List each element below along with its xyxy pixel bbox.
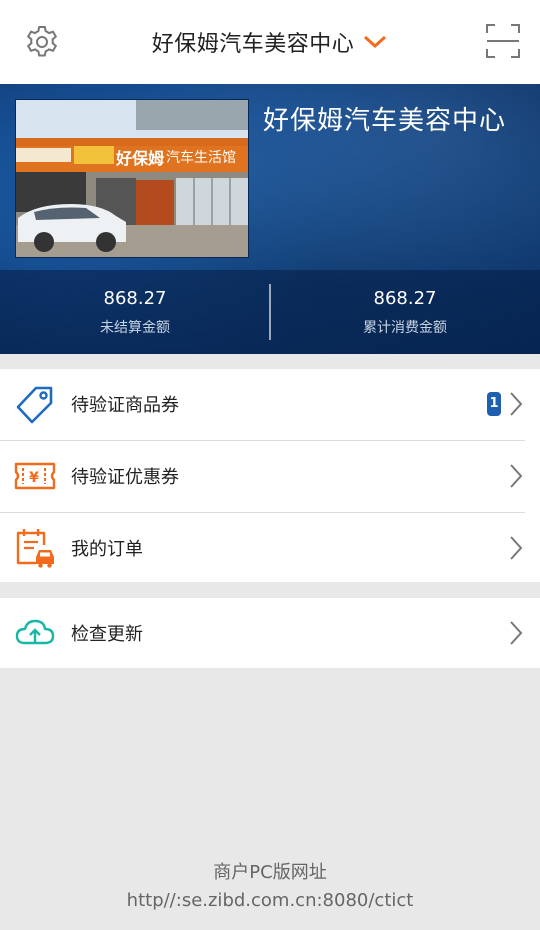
count-badge: 1 [487, 392, 501, 416]
menu-item-check-update[interactable]: 检查更新 [0, 598, 525, 668]
total-spent-amount-value: 868.27 [373, 288, 437, 309]
chevron-right-icon [510, 621, 523, 645]
scan-icon[interactable] [486, 24, 520, 58]
menu-item-my-orders[interactable]: 我的订单 [0, 513, 525, 584]
total-spent-amount-label: 累计消费金额 [363, 320, 447, 336]
pc-url-label: 商户PC版网址 [213, 862, 327, 883]
pc-url-link[interactable]: http//:se.zibd.com.cn:8080/ctict [0, 890, 540, 911]
cloud-upload-icon [15, 619, 55, 645]
menu-item-pending-product-vouchers[interactable]: 待验证商品券 1 [0, 369, 525, 441]
shop-name: 好保姆汽车美容中心 [263, 106, 507, 136]
menu-item-pending-coupons[interactable]: ¥ 待验证优惠券 [0, 441, 525, 513]
menu-item-label: 检查更新 [71, 624, 143, 645]
svg-text:¥: ¥ [29, 470, 39, 486]
unsettled-amount-label: 未结算金额 [100, 320, 170, 336]
tag-icon [16, 386, 53, 424]
page-title: 好保姆汽车美容中心 [151, 32, 355, 57]
menu-group-system: 检查更新 [0, 598, 540, 668]
unsettled-amount[interactable]: 868.27 未结算金额 [0, 270, 270, 354]
coupon-icon: ¥ [14, 462, 56, 490]
menu-item-label: 待验证商品券 [71, 395, 179, 416]
order-car-icon [16, 529, 54, 568]
chevron-right-icon [510, 464, 523, 488]
top-bar: 好保姆汽车美容中心 [0, 0, 540, 84]
account-stats: 868.27 未结算金额 868.27 累计消费金额 [0, 270, 540, 354]
app-screen: 好保姆汽车美容中心 好保姆 汽车生活馆 好保姆汽车美容中心 868.27 未结算… [0, 0, 540, 930]
total-spent-amount[interactable]: 868.27 累计消费金额 [270, 270, 540, 354]
shop-photo: 好保姆 汽车生活馆 [15, 99, 249, 258]
chevron-down-icon [364, 35, 387, 49]
menu-item-label: 待验证优惠券 [71, 467, 179, 488]
pc-url-footer: 商户PC版网址 http//:se.zibd.com.cn:8080/ctict [0, 858, 540, 911]
menu-group-vouchers: 待验证商品券 1 ¥ 待验证优惠券 我的订单 [0, 369, 540, 582]
chevron-right-icon [510, 536, 523, 560]
photo-sign-text: 汽车生活馆 [166, 149, 236, 166]
menu-item-label: 我的订单 [71, 539, 143, 560]
store-banner: 好保姆 汽车生活馆 好保姆汽车美容中心 868.27 未结算金额 868.27 … [0, 84, 540, 354]
photo-logo-text: 好保姆 [115, 149, 164, 168]
unsettled-amount-value: 868.27 [103, 288, 167, 309]
store-selector[interactable]: 好保姆汽车美容中心 [0, 24, 540, 60]
chevron-right-icon [510, 392, 523, 416]
